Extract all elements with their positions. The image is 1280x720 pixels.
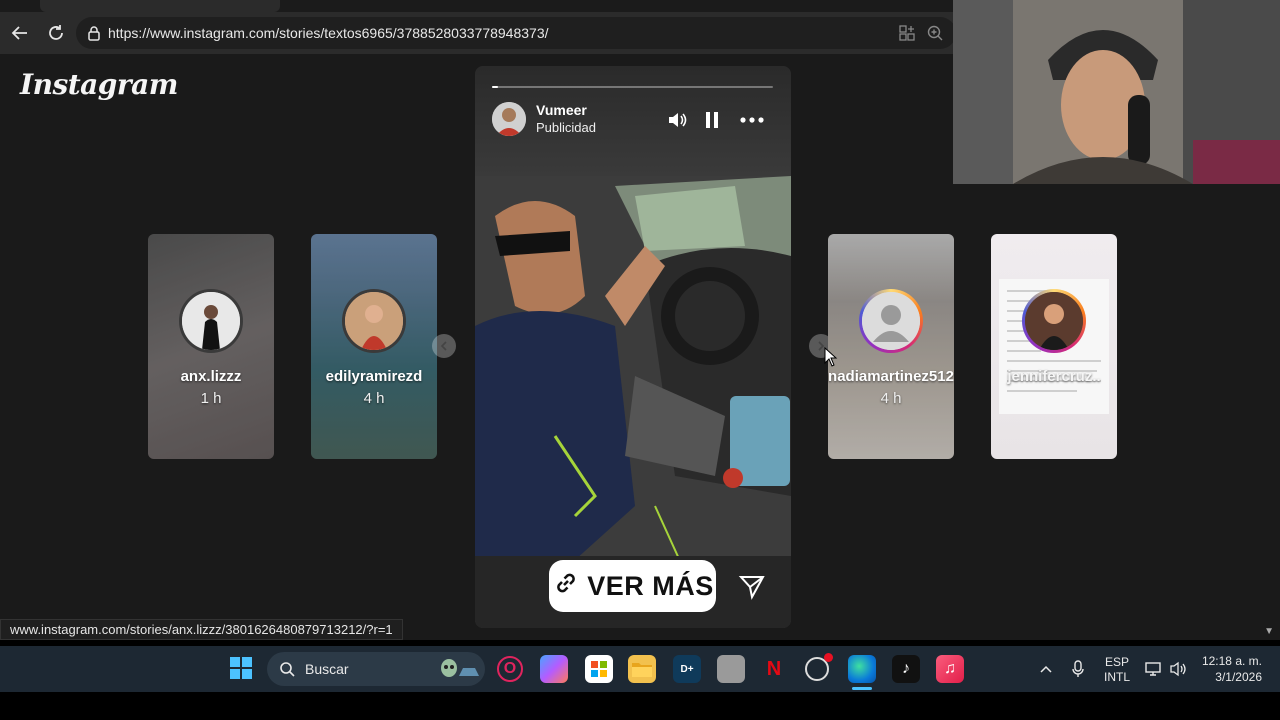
obs-icon[interactable] [805, 653, 833, 681]
search-placeholder: Buscar [305, 661, 349, 677]
story-progress-fill [492, 86, 498, 88]
address-url[interactable]: https://www.instagram.com/stories/textos… [108, 25, 549, 41]
link-status-tooltip: www.instagram.com/stories/anx.lizzz/3801… [0, 619, 403, 640]
story-author-name[interactable]: Vumeer [536, 102, 587, 118]
windows-start-icon[interactable] [229, 656, 253, 680]
copilot-icon[interactable] [540, 655, 568, 683]
story-time: 4 h [363, 390, 385, 407]
story-card-right-1[interactable]: nadiamartinez512 4 h [828, 234, 954, 459]
microphone-icon[interactable] [1068, 646, 1088, 692]
avatar [859, 289, 923, 353]
disney-plus-icon[interactable]: D+ [673, 655, 701, 683]
screen-bottom-bar [0, 692, 1280, 720]
search-highlight-icon [441, 659, 479, 677]
keyboard-layout: INTL [1103, 670, 1130, 684]
scrollbar-down-arrow-icon[interactable]: ▼ [1264, 626, 1274, 637]
volume-icon[interactable] [1168, 646, 1188, 692]
story-time: 4 h [880, 390, 902, 407]
search-icon [280, 662, 295, 677]
more-options-icon[interactable] [739, 108, 765, 132]
story-username: anx.lizzz [180, 368, 242, 385]
instagram-logo[interactable]: Instagram [20, 68, 178, 101]
volume-icon[interactable] [665, 108, 689, 132]
opera-icon[interactable]: O [497, 656, 523, 682]
system-clock[interactable]: 12:18 a. m. 3/1/2026 [1198, 653, 1262, 685]
language-code: ESP [1104, 655, 1129, 669]
story-time: 1 h [200, 390, 222, 407]
webcam-overlay [953, 0, 1280, 184]
app-available-icon[interactable] [898, 24, 916, 42]
see-more-button[interactable]: VER MÁS [549, 560, 716, 612]
app-icon[interactable] [717, 655, 745, 683]
sponsored-label: Publicidad [536, 120, 596, 135]
mouse-cursor-icon [824, 347, 838, 367]
story-username: edilyramirezd [325, 368, 423, 385]
story-card-left-2[interactable]: edilyramirezd 4 h [311, 234, 437, 459]
active-app-indicator [852, 687, 872, 690]
story-card-right-2[interactable]: jennifercruz.. [991, 234, 1117, 459]
avatar [1022, 289, 1086, 353]
taskbar-search[interactable]: Buscar [267, 652, 485, 686]
story-progress-bar [492, 86, 773, 88]
active-story[interactable]: Vumeer Publicidad VER MÁS [475, 66, 791, 628]
address-bar[interactable]: https://www.instagram.com/stories/textos… [76, 17, 956, 49]
previous-story-arrow-icon[interactable] [432, 334, 456, 358]
netflix-icon[interactable]: N [760, 655, 788, 683]
zoom-icon[interactable] [926, 24, 944, 42]
see-more-label: VER MÁS [587, 570, 714, 601]
show-hidden-icons-chevron-icon[interactable] [1036, 646, 1056, 692]
story-username: jennifercruz.. [1007, 368, 1101, 385]
edge-browser-icon[interactable] [848, 655, 876, 683]
pause-icon[interactable] [700, 108, 724, 132]
microsoft-store-icon[interactable] [585, 655, 613, 683]
story-author-avatar[interactable] [492, 102, 526, 136]
file-explorer-icon[interactable] [628, 655, 656, 683]
apple-music-icon[interactable]: ♫ [936, 655, 964, 683]
avatar [179, 289, 243, 353]
story-card-left-1[interactable]: anx.lizzz 1 h [148, 234, 274, 459]
windows-taskbar: Buscar O D+ N ♪ ♫ ESP INTL 12:18 a. m. 3… [0, 646, 1280, 692]
language-indicator[interactable]: ESP INTL [1103, 655, 1131, 685]
send-icon[interactable] [738, 572, 766, 600]
clock-time: 12:18 a. m. [1201, 654, 1262, 668]
clock-date: 3/1/2026 [1215, 670, 1262, 684]
browser-tab-active[interactable] [40, 0, 280, 12]
screen: https://www.instagram.com/stories/textos… [0, 0, 1280, 720]
avatar [342, 289, 406, 353]
network-icon[interactable] [1143, 646, 1163, 692]
link-icon [551, 568, 581, 605]
tiktok-icon[interactable]: ♪ [892, 655, 920, 683]
notification-badge [824, 653, 833, 662]
reload-icon[interactable] [44, 21, 68, 45]
story-username: nadiamartinez512 [828, 368, 954, 385]
lock-icon[interactable] [86, 25, 102, 41]
back-arrow-icon[interactable] [8, 21, 32, 45]
